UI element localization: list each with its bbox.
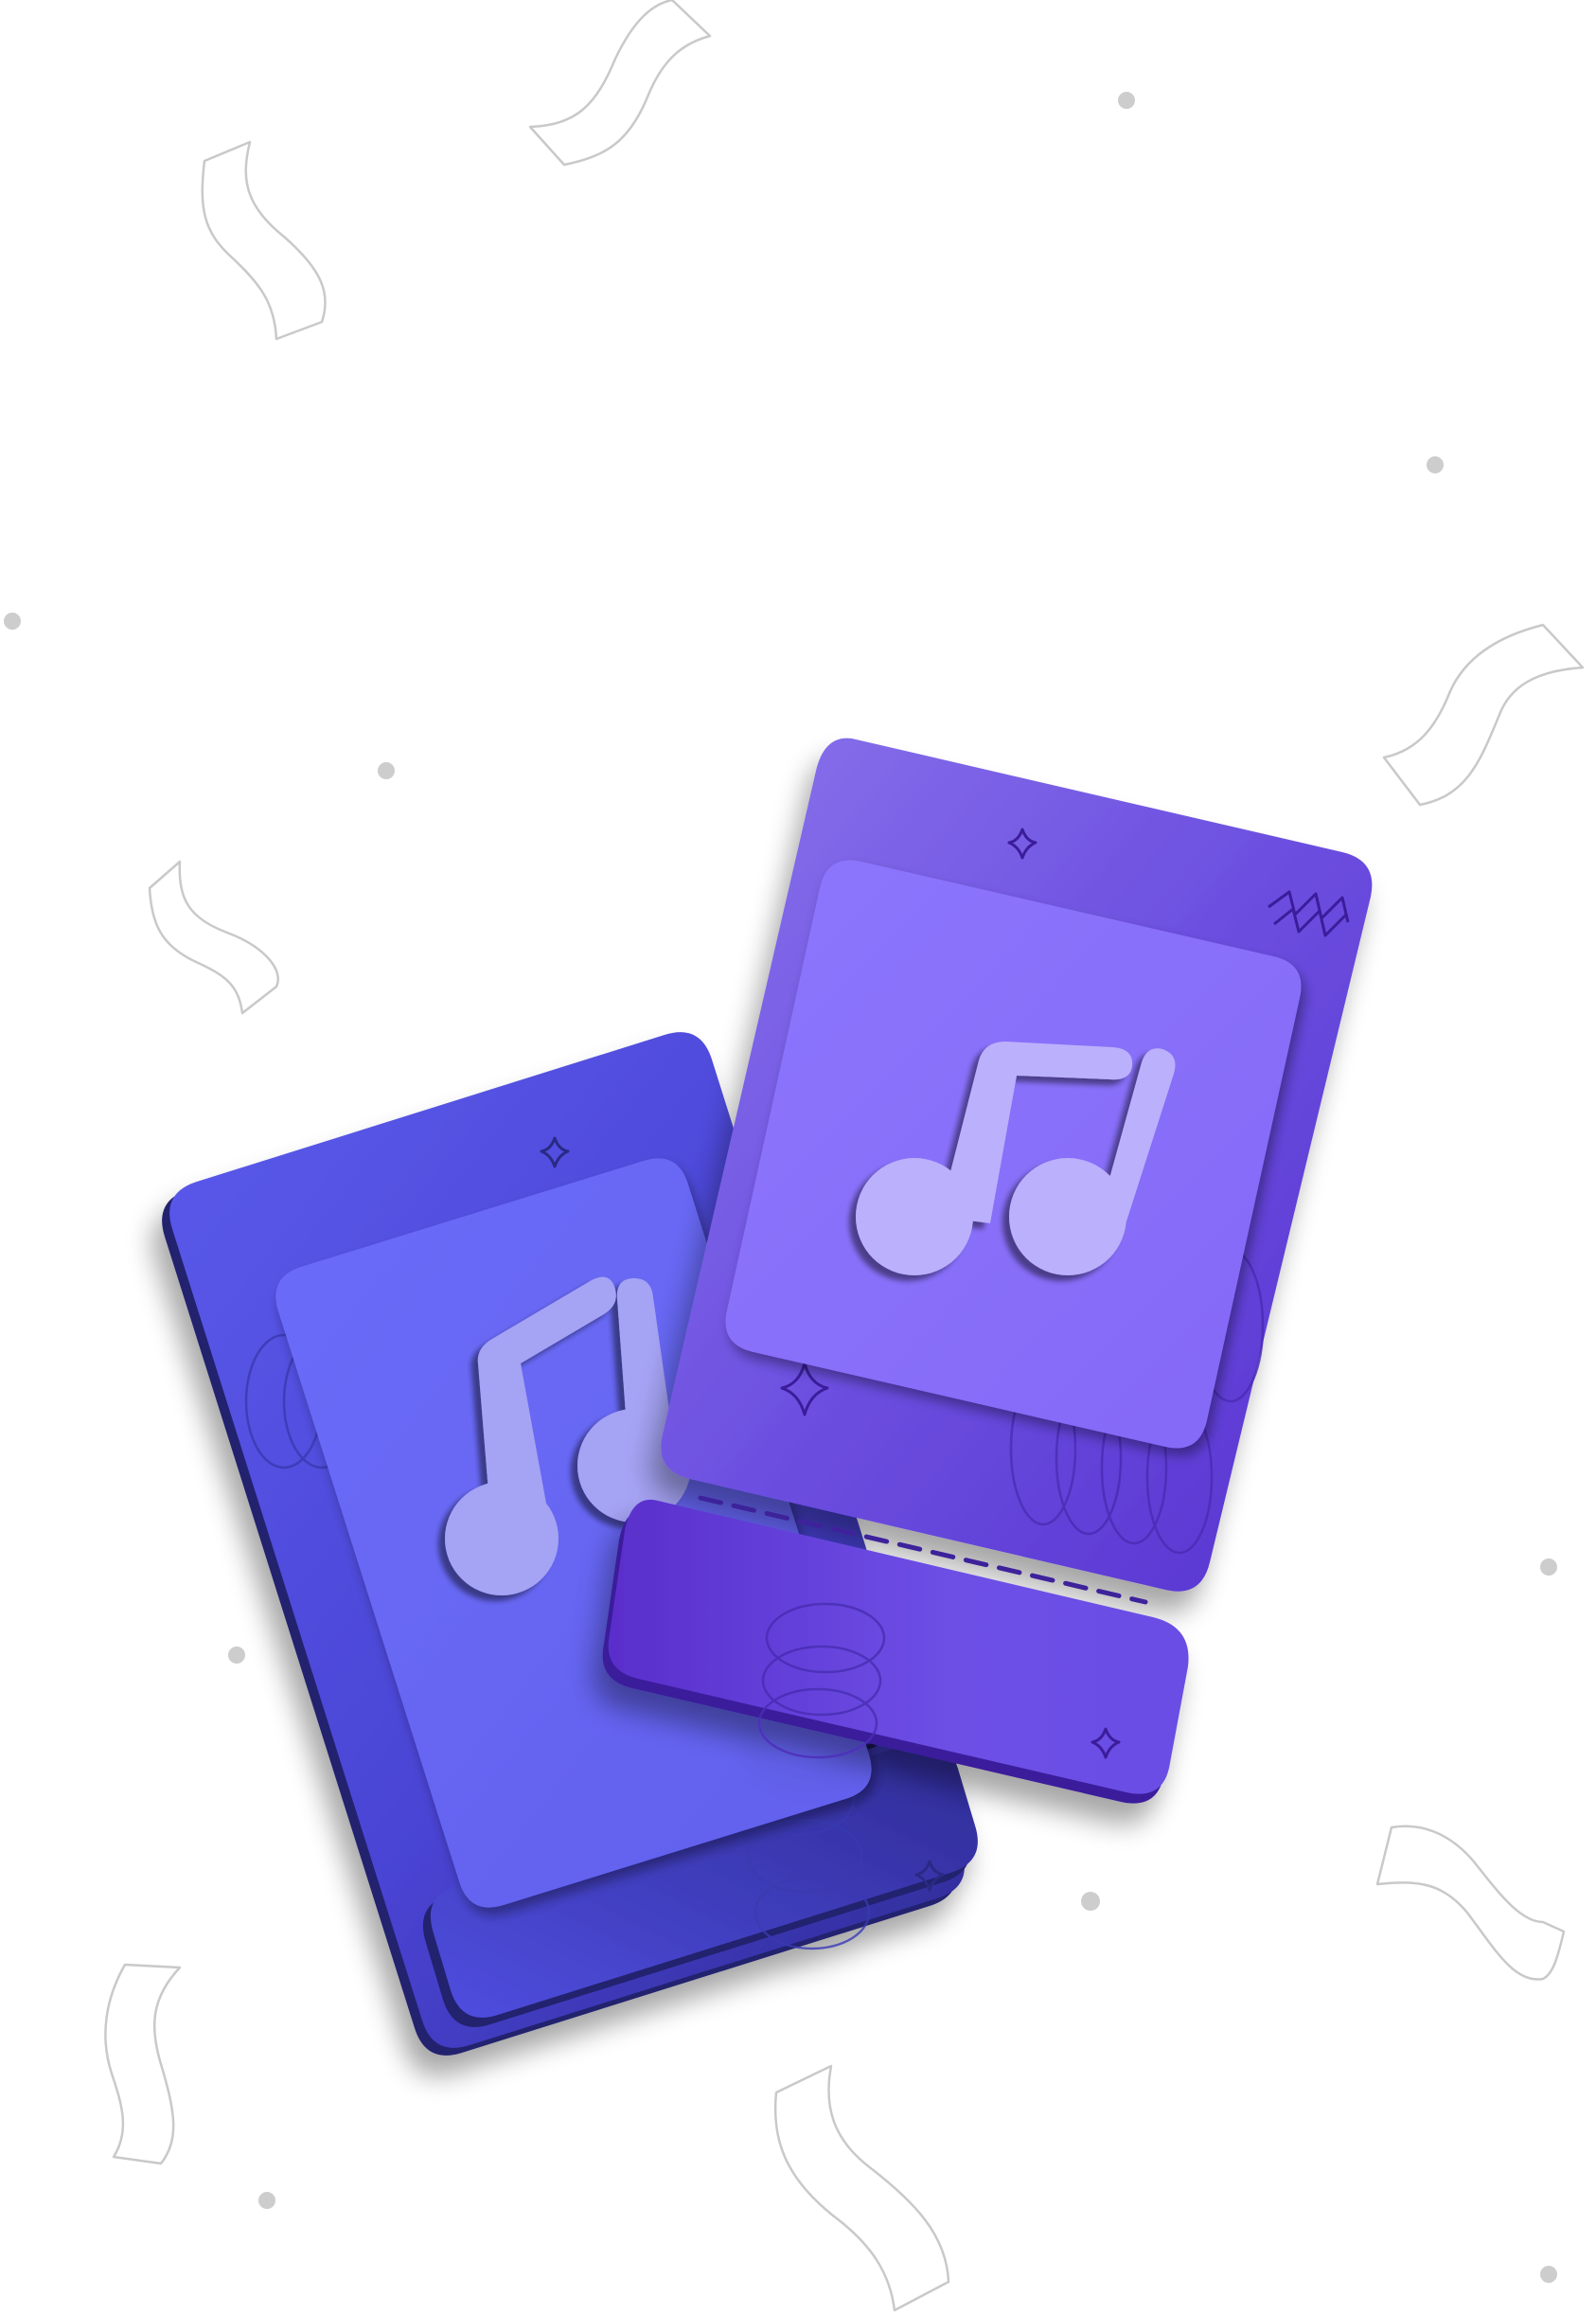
front-ticket [602, 738, 1373, 1804]
confetti-ribbon [528, 0, 712, 167]
dot [1540, 2266, 1557, 2283]
dot [228, 1647, 245, 1664]
dot [258, 2192, 275, 2209]
confetti-ribbon [1375, 1825, 1566, 1981]
front-ticket-art-panel [725, 860, 1302, 1449]
dot [1081, 1892, 1100, 1911]
music-tickets-illustration [4, 0, 1585, 2312]
confetti-ribbon [148, 860, 279, 1015]
dot [1540, 1558, 1557, 1576]
illustration-canvas [0, 0, 1596, 2315]
dot [1118, 92, 1135, 109]
dot [378, 762, 395, 779]
dot [4, 613, 21, 630]
confetti-ribbon [104, 1963, 182, 2165]
dot [1427, 456, 1444, 473]
confetti-ribbon [1382, 623, 1585, 807]
confetti-ribbon [201, 140, 327, 341]
confetti-ribbon [773, 2064, 950, 2312]
